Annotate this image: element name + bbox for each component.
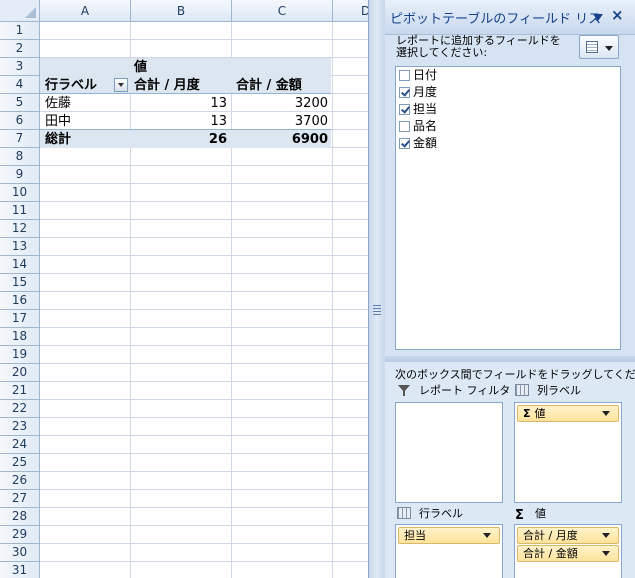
column-header-c[interactable]: C bbox=[232, 0, 333, 22]
row-header[interactable]: 4 bbox=[0, 76, 40, 94]
field-checkbox[interactable] bbox=[399, 104, 410, 115]
row-header[interactable]: 7 bbox=[0, 130, 40, 148]
row-header[interactable]: 5 bbox=[0, 94, 40, 112]
pivot-cell[interactable]: 13 bbox=[131, 95, 227, 113]
row-header[interactable]: 13 bbox=[0, 238, 40, 256]
row-label-filter-button[interactable] bbox=[114, 78, 128, 92]
row-header[interactable]: 14 bbox=[0, 256, 40, 274]
layout-icon bbox=[586, 41, 598, 53]
row-header[interactable]: 11 bbox=[0, 202, 40, 220]
pivot-areas: 次のボックス間でフィールドをドラッグしてください: レポート フィルタ 列ラベル… bbox=[385, 362, 635, 578]
values-area-header: Σ値 bbox=[515, 507, 546, 523]
row-header[interactable]: 12 bbox=[0, 220, 40, 238]
pivot-cell[interactable]: 13 bbox=[131, 113, 227, 131]
field-checkbox[interactable] bbox=[399, 121, 410, 132]
row-header[interactable]: 22 bbox=[0, 400, 40, 418]
chevron-down-icon bbox=[118, 83, 124, 87]
column-field-values[interactable]: Σ値 bbox=[517, 405, 619, 422]
row-header[interactable]: 23 bbox=[0, 418, 40, 436]
row-header[interactable]: 16 bbox=[0, 292, 40, 310]
field-list: 日付 月度 担当 品名 金額 bbox=[395, 66, 621, 350]
row-header[interactable]: 2 bbox=[0, 40, 40, 58]
pivot-row-label[interactable]: 田中 bbox=[45, 113, 71, 131]
field-item-month[interactable]: 月度 bbox=[399, 84, 437, 100]
pivot-grand-total-cell[interactable]: 6900 bbox=[232, 131, 328, 149]
report-filter-area-header: レポート フィルタ bbox=[397, 383, 510, 399]
row-header[interactable]: 26 bbox=[0, 472, 40, 490]
row-grid-icon bbox=[397, 507, 411, 519]
column-header-a[interactable]: A bbox=[40, 0, 131, 22]
sigma-icon: Σ bbox=[515, 508, 524, 523]
column-header-d[interactable]: D bbox=[333, 0, 368, 22]
row-header[interactable]: 1 bbox=[0, 22, 40, 40]
row-header[interactable]: 25 bbox=[0, 454, 40, 472]
field-item-date[interactable]: 日付 bbox=[399, 67, 437, 83]
drag-instruction: 次のボックス間でフィールドをドラッグしてください: bbox=[395, 368, 635, 381]
row-header[interactable]: 19 bbox=[0, 346, 40, 364]
field-checkbox[interactable] bbox=[399, 87, 410, 98]
column-header-b[interactable]: B bbox=[131, 0, 232, 22]
row-header[interactable]: 24 bbox=[0, 436, 40, 454]
value-field-month-sum[interactable]: 合計 / 月度 bbox=[517, 527, 619, 544]
pivot-cell[interactable]: 3200 bbox=[232, 95, 328, 113]
pane-title: ピボットテーブルのフィールド リス bbox=[390, 12, 602, 27]
row-header[interactable]: 20 bbox=[0, 364, 40, 382]
field-instruction: レポートに追加するフィールドを選択してください: bbox=[396, 34, 561, 59]
pane-title-bar: ピボットテーブルのフィールド リス × bbox=[385, 0, 635, 35]
pivot-col-c-header[interactable]: 合計 / 金額 bbox=[236, 77, 302, 95]
column-labels-area-header: 列ラベル bbox=[515, 383, 581, 399]
chevron-down-icon bbox=[483, 533, 491, 538]
report-filter-drop-zone[interactable] bbox=[395, 402, 503, 503]
column-grid-icon bbox=[515, 384, 529, 396]
row-labels-area-header: 行ラベル bbox=[397, 506, 463, 522]
pane-splitter[interactable] bbox=[368, 0, 385, 578]
chevron-down-icon bbox=[602, 551, 610, 556]
pivot-row-label-header: 行ラベル bbox=[45, 78, 98, 93]
filter-icon bbox=[397, 384, 411, 396]
pane-options-chevron-icon[interactable] bbox=[593, 14, 603, 21]
pivot-grand-total-label[interactable]: 総計 bbox=[45, 131, 71, 149]
chevron-down-icon bbox=[605, 46, 613, 51]
row-labels-drop-zone[interactable]: 担当 bbox=[395, 524, 503, 578]
grip-icon bbox=[373, 305, 381, 315]
row-header[interactable]: 31 bbox=[0, 562, 40, 578]
row-header[interactable]: 9 bbox=[0, 166, 40, 184]
chevron-down-icon bbox=[602, 411, 610, 416]
pivot-grand-total-cell[interactable]: 26 bbox=[131, 131, 227, 149]
pivot-col-b-header[interactable]: 合計 / 月度 bbox=[134, 77, 200, 95]
column-labels-drop-zone[interactable]: Σ値 bbox=[514, 402, 622, 503]
value-field-amount-sum[interactable]: 合計 / 金額 bbox=[517, 545, 619, 562]
pivot-cell[interactable]: 3700 bbox=[232, 113, 328, 131]
select-all-corner[interactable] bbox=[0, 0, 40, 22]
row-header[interactable]: 29 bbox=[0, 526, 40, 544]
field-item-product[interactable]: 品名 bbox=[399, 118, 437, 134]
row-header[interactable]: 27 bbox=[0, 490, 40, 508]
row-header[interactable]: 28 bbox=[0, 508, 40, 526]
pivot-field-list-pane: ピボットテーブルのフィールド リス × レポートに追加するフィールドを選択してく… bbox=[385, 0, 635, 578]
row-header[interactable]: 18 bbox=[0, 328, 40, 346]
spreadsheet[interactable]: A B C D 1 2 3 4 5 6 7 8 9 10 11 12 13 14 15 16 17 18 19 20 2… bbox=[0, 0, 368, 578]
close-icon[interactable]: × bbox=[611, 6, 624, 24]
field-item-owner[interactable]: 担当 bbox=[399, 101, 437, 117]
row-header[interactable]: 15 bbox=[0, 274, 40, 292]
field-checkbox[interactable] bbox=[399, 138, 410, 149]
row-header[interactable]: 17 bbox=[0, 310, 40, 328]
row-header[interactable]: 6 bbox=[0, 112, 40, 130]
chevron-down-icon bbox=[602, 533, 610, 538]
row-field-owner[interactable]: 担当 bbox=[398, 527, 500, 544]
values-drop-zone[interactable]: 合計 / 月度 合計 / 金額 bbox=[514, 524, 622, 578]
row-header[interactable]: 21 bbox=[0, 382, 40, 400]
field-checkbox[interactable] bbox=[399, 70, 410, 81]
pivot-values-header: 値 bbox=[134, 60, 148, 75]
field-item-amount[interactable]: 金額 bbox=[399, 135, 437, 151]
row-header[interactable]: 30 bbox=[0, 544, 40, 562]
row-header[interactable]: 8 bbox=[0, 148, 40, 166]
row-header[interactable]: 3 bbox=[0, 58, 40, 76]
layout-options-button[interactable] bbox=[579, 35, 619, 59]
pivot-row-label[interactable]: 佐藤 bbox=[45, 95, 71, 113]
row-header[interactable]: 10 bbox=[0, 184, 40, 202]
